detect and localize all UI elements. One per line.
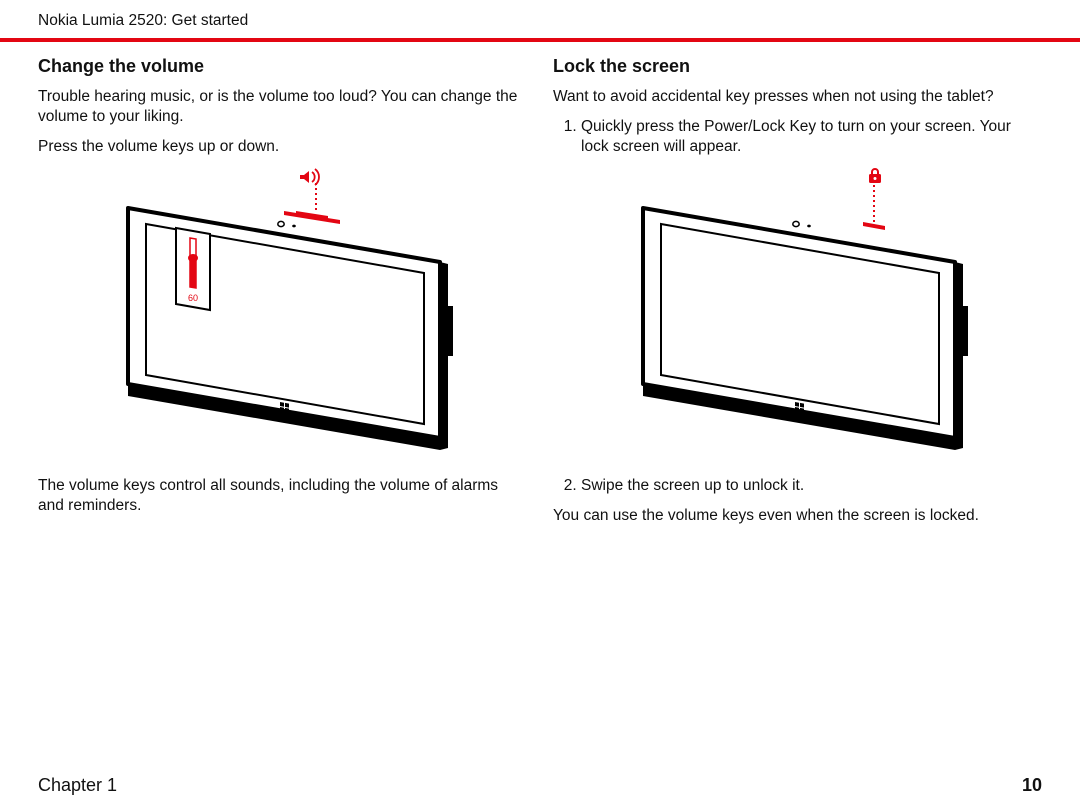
para-lock-intro: Want to avoid accidental key presses whe… — [553, 87, 1042, 107]
left-column: Change the volume Trouble hearing music,… — [38, 50, 527, 536]
header-breadcrumb: Nokia Lumia 2520: Get started — [0, 0, 1080, 38]
page-footer: Chapter 1 10 — [38, 775, 1042, 796]
para-change-volume-intro: Trouble hearing music, or is the volume … — [38, 87, 527, 127]
right-column: Lock the screen Want to avoid accidental… — [553, 50, 1042, 536]
heading-lock-screen: Lock the screen — [553, 56, 1042, 77]
page-number: 10 — [1022, 775, 1042, 796]
heading-change-volume: Change the volume — [38, 56, 527, 77]
lock-icon — [869, 168, 881, 183]
para-change-volume-note: The volume keys control all sounds, incl… — [38, 476, 527, 516]
volume-icon — [300, 169, 319, 185]
lock-steps-list: Quickly press the Power/Lock Key to turn… — [571, 117, 1042, 157]
figure-volume: 60 — [38, 166, 527, 466]
volume-value: 60 — [187, 293, 197, 303]
chapter-label: Chapter 1 — [38, 775, 117, 796]
figure-lock — [553, 166, 1042, 466]
para-change-volume-press: Press the volume keys up or down. — [38, 137, 527, 157]
lock-step-2: Swipe the screen up to unlock it. — [581, 476, 1042, 496]
lock-steps-list-2: Swipe the screen up to unlock it. — [571, 476, 1042, 496]
para-lock-note: You can use the volume keys even when th… — [553, 506, 1042, 526]
lock-step-1: Quickly press the Power/Lock Key to turn… — [581, 117, 1042, 157]
content-area: Change the volume Trouble hearing music,… — [0, 42, 1080, 536]
